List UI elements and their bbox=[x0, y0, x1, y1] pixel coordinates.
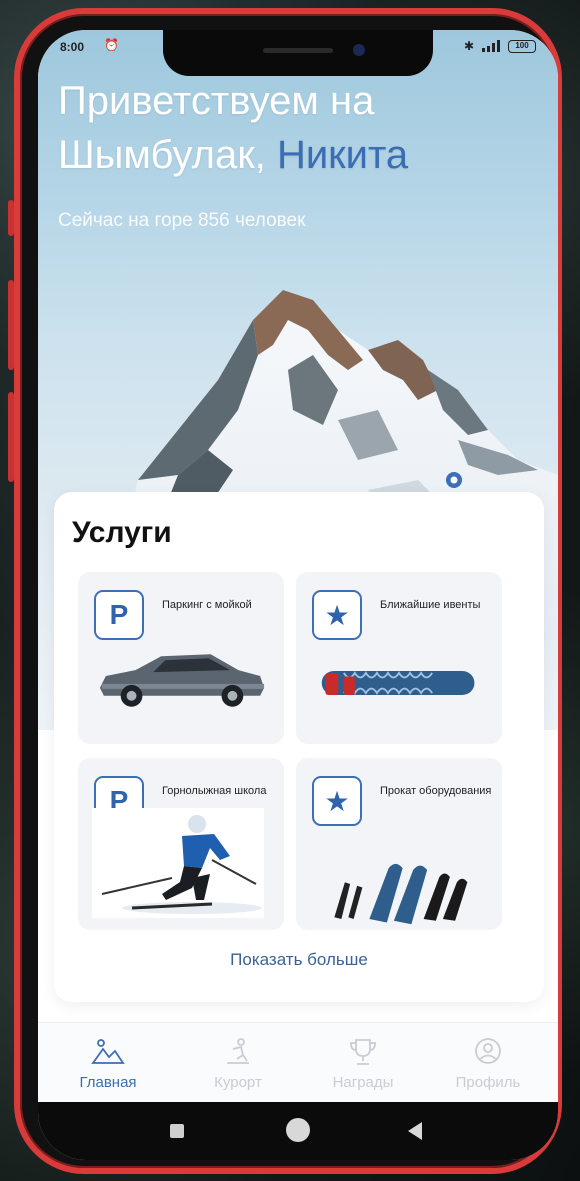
skier-icon bbox=[227, 1038, 249, 1064]
car-image bbox=[99, 654, 265, 707]
service-label: Ближайшие ивенты bbox=[380, 599, 481, 611]
profile-icon bbox=[475, 1038, 501, 1064]
tab-label: Профиль bbox=[455, 1074, 521, 1091]
equipment-image bbox=[334, 863, 468, 925]
service-tile-ski-school[interactable]: P Горнолыжная школа bbox=[78, 758, 284, 930]
tab-home[interactable]: Главная bbox=[53, 1037, 163, 1091]
trophy-icon bbox=[350, 1039, 376, 1065]
service-tile-parking[interactable]: P Паркинг с мойкой bbox=[78, 572, 284, 744]
mountain-icon bbox=[91, 1039, 125, 1064]
bottom-tab-bar: Главная Курорт Награды Профиль bbox=[38, 1022, 558, 1102]
tab-label: Курорт bbox=[214, 1074, 262, 1091]
tab-awards[interactable]: Награды bbox=[308, 1037, 418, 1091]
bluetooth-icon: ✱ bbox=[463, 39, 474, 53]
parking-icon: P bbox=[94, 590, 144, 640]
service-label: Прокат оборудования bbox=[380, 785, 492, 797]
system-nav-bar bbox=[38, 1102, 558, 1160]
back-button[interactable] bbox=[408, 1122, 424, 1140]
star-icon: ★ bbox=[312, 590, 362, 640]
app-screen: 8:00 ⏰ ✱ 100 Приветствуем на Шымбулак, Н… bbox=[38, 30, 558, 1160]
user-name: Никита bbox=[276, 133, 409, 177]
show-more-link[interactable]: Показать больше bbox=[54, 950, 544, 970]
side-button bbox=[8, 280, 14, 370]
status-icons: ✱ 100 bbox=[464, 39, 536, 53]
recent-apps-button[interactable] bbox=[170, 1124, 184, 1138]
status-bar: 8:00 ⏰ ✱ 100 bbox=[38, 36, 558, 60]
services-title: Услуги bbox=[72, 516, 172, 549]
battery-icon: 100 bbox=[508, 39, 536, 53]
home-button[interactable] bbox=[286, 1118, 310, 1142]
tab-label: Главная bbox=[79, 1074, 137, 1091]
alarm-icon: ⏰ bbox=[104, 38, 119, 52]
greeting-line2: Шымбулак, bbox=[58, 133, 266, 177]
tab-label: Награды bbox=[332, 1074, 394, 1091]
location-pin-icon[interactable] bbox=[442, 470, 466, 494]
side-button bbox=[8, 392, 14, 482]
snowboard-image bbox=[321, 671, 475, 695]
service-tile-events[interactable]: ★ Ближайшие ивенты bbox=[296, 572, 502, 744]
greeting-line1: Приветствуем на bbox=[58, 79, 375, 123]
services-card: Услуги P Паркинг с мойкой ★ Ближайшие ив… bbox=[54, 492, 544, 1002]
service-label: Паркинг с мойкой bbox=[162, 599, 252, 611]
star-icon: ★ bbox=[312, 776, 362, 826]
status-time: 8:00 bbox=[60, 40, 85, 54]
tab-profile[interactable]: Профиль bbox=[433, 1037, 543, 1091]
skier-image bbox=[92, 808, 264, 918]
service-label: Горнолыжная школа bbox=[162, 785, 267, 797]
tab-resort[interactable]: Курорт bbox=[183, 1037, 293, 1091]
service-tile-rental[interactable]: ★ Прокат оборудования bbox=[296, 758, 502, 930]
side-button bbox=[8, 200, 14, 236]
visitors-count: Сейчас на горе 856 человек bbox=[58, 210, 306, 231]
greeting-title: Приветствуем на Шымбулак, Никита bbox=[58, 74, 538, 182]
signal-icon bbox=[482, 40, 500, 52]
